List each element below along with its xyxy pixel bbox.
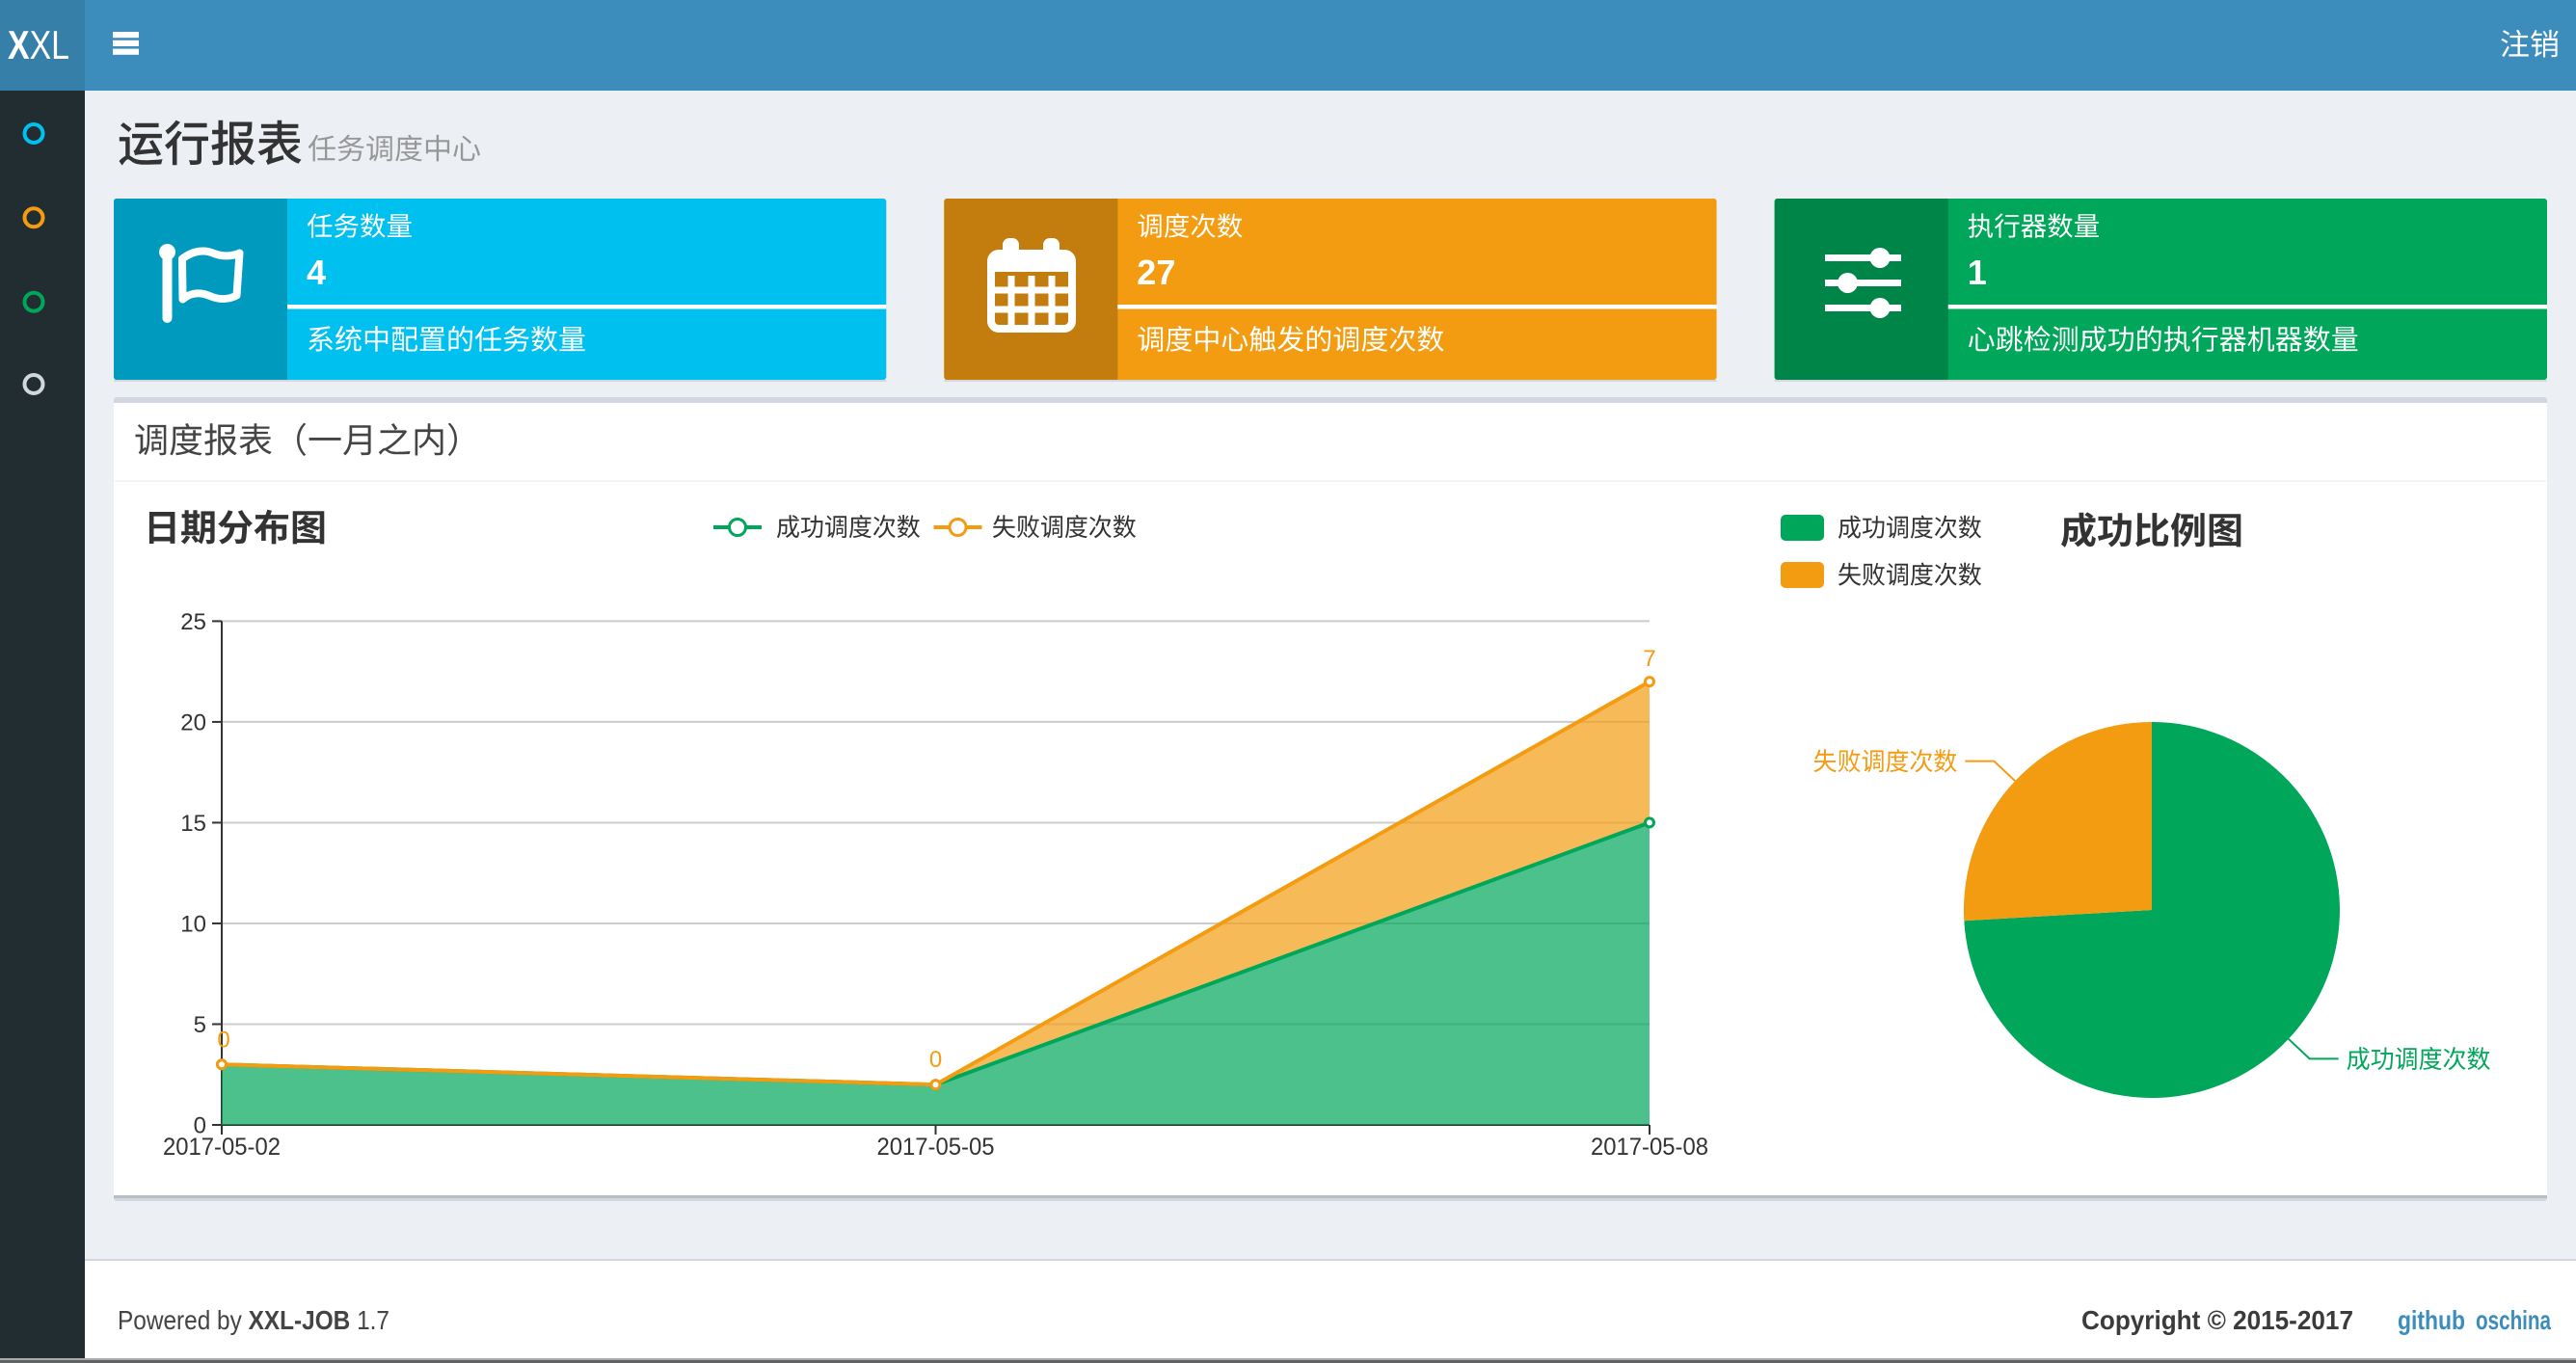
svg-text:4: 4 <box>307 253 326 292</box>
svg-text:1: 1 <box>1968 253 1987 292</box>
svg-text:2017-05-05: 2017-05-05 <box>877 1134 995 1161</box>
svg-text:10: 10 <box>180 912 206 938</box>
svg-text:XXL: XXL <box>8 22 69 67</box>
svg-text:0: 0 <box>217 1027 229 1053</box>
svg-text:Copyright © 2015-2017: Copyright © 2015-2017 <box>2081 1305 2353 1335</box>
svg-text:7: 7 <box>1643 646 1655 672</box>
svg-text:0: 0 <box>929 1047 942 1073</box>
svg-text:oschina: oschina <box>2476 1305 2551 1335</box>
svg-text:github: github <box>2398 1305 2465 1335</box>
svg-text:25: 25 <box>180 609 206 635</box>
svg-text:27: 27 <box>1137 253 1175 292</box>
svg-text:5: 5 <box>194 1012 206 1038</box>
svg-text:Powered by XXL-JOB 1.7: Powered by XXL-JOB 1.7 <box>118 1305 389 1335</box>
svg-text:2017-05-08: 2017-05-08 <box>1591 1134 1708 1161</box>
svg-text:15: 15 <box>180 811 206 837</box>
svg-text:2017-05-02: 2017-05-02 <box>163 1134 281 1161</box>
svg-text:20: 20 <box>180 710 206 736</box>
